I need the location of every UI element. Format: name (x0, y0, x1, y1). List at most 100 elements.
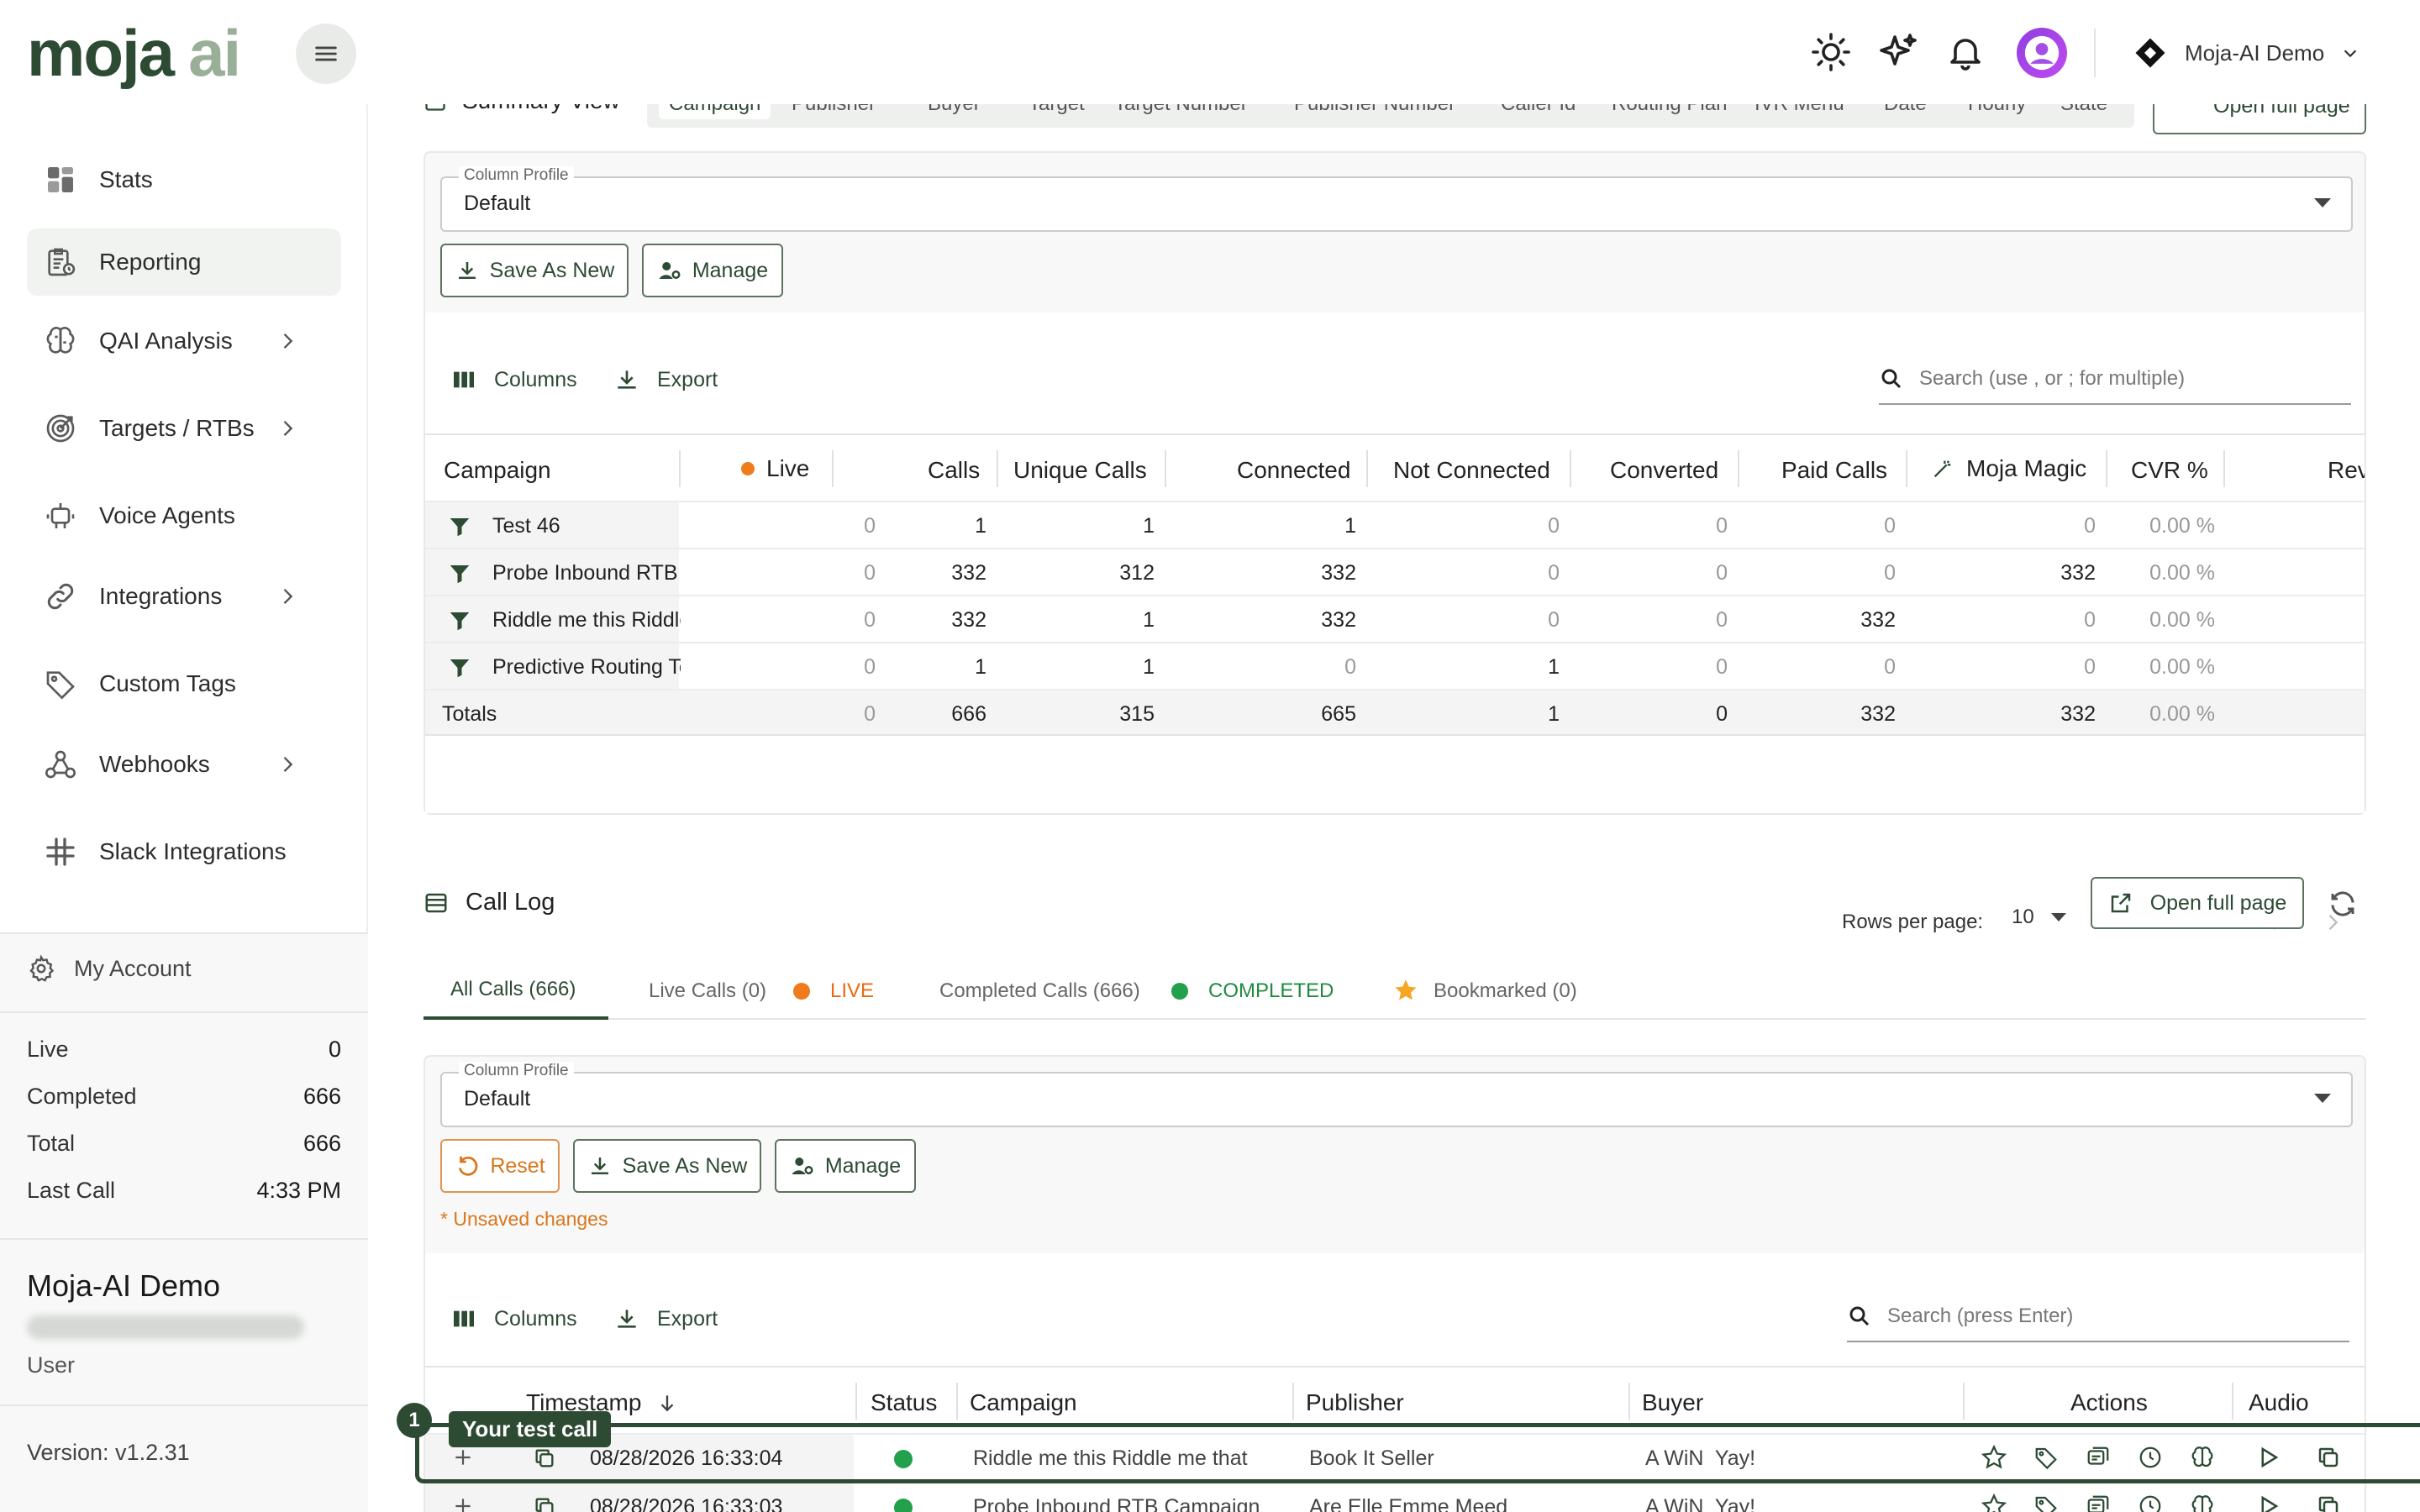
header-connected[interactable]: Connected (1237, 457, 1350, 484)
header-revenue[interactable]: Rev (2328, 457, 2365, 484)
call-log-manage-button[interactable]: Manage (775, 1139, 916, 1193)
caret-down-icon (2314, 198, 2331, 207)
header-publisher[interactable]: Publisher (1306, 1389, 1404, 1416)
cell-not-connected: 1 (1548, 655, 1560, 679)
header-moja-magic[interactable]: Moja Magic (1931, 455, 2086, 482)
sidebar-item-custom-tags[interactable]: Custom Tags (27, 650, 341, 717)
table-row[interactable]: Riddle me this Riddle me that 0 332 1 33… (425, 595, 2365, 642)
cell-cvr: 0.00 % (2149, 608, 2215, 632)
org-diamond-icon (2133, 35, 2168, 71)
filter-icon[interactable] (447, 608, 472, 633)
refresh-icon[interactable] (2328, 889, 2358, 919)
cell-campaign: Probe Inbound RTB Campaign (973, 1495, 1260, 1512)
play-icon[interactable] (2255, 1494, 2281, 1512)
header-status[interactable]: Status (871, 1389, 937, 1416)
header-audio[interactable]: Audio (2249, 1389, 2309, 1416)
chevron-right-icon (276, 753, 299, 776)
menu-button[interactable] (296, 24, 356, 84)
cell-calls: 332 (951, 608, 986, 632)
cell-calls: 1 (975, 514, 986, 538)
link-icon (44, 580, 77, 613)
header-campaign[interactable]: Campaign (444, 457, 551, 484)
header-campaign[interactable]: Campaign (970, 1389, 1077, 1416)
summary-manage-button[interactable]: Manage (642, 244, 783, 297)
summary-save-as-new-button[interactable]: Save As New (440, 244, 629, 297)
filter-icon[interactable] (447, 655, 472, 680)
sidebar-item-integrations[interactable]: Integrations (27, 563, 341, 630)
column-separator (1366, 450, 1368, 487)
columns-icon (450, 1305, 477, 1332)
filter-icon[interactable] (447, 514, 472, 539)
sidebar-item-stats[interactable]: Stats (27, 146, 341, 213)
summary-column-profile-select[interactable]: Column Profile Default (440, 166, 2353, 232)
header-paid-calls[interactable]: Paid Calls (1781, 457, 1887, 484)
org-switcher[interactable]: Moja-AI Demo (2133, 34, 2360, 72)
expand-icon[interactable] (452, 1495, 474, 1512)
sidebar-item-voice-agents[interactable]: Voice Agents (27, 482, 341, 549)
sidebar-item-targets-rtbs[interactable]: Targets / RTBs (27, 395, 341, 462)
reset-button[interactable]: Reset (440, 1139, 560, 1193)
caret-down-icon (2050, 913, 2066, 921)
cell-calls: 1 (975, 655, 986, 679)
org-title: Moja-AI Demo (27, 1268, 221, 1303)
star-outline-icon[interactable] (1981, 1494, 2007, 1512)
call-log-open-full-page-button[interactable]: Open full page (2091, 877, 2304, 929)
header-not-connected[interactable]: Not Connected (1393, 457, 1550, 484)
bell-icon[interactable] (1945, 32, 1986, 72)
cell-live: 0 (864, 514, 876, 538)
copy-icon[interactable] (533, 1495, 556, 1512)
call-log-column-profile-select[interactable]: Column Profile Default (440, 1062, 2353, 1127)
table-row[interactable]: Test 46 0 1 1 1 0 0 0 0 0.00 % (425, 501, 2365, 548)
header-unique-calls[interactable]: Unique Calls (1013, 457, 1147, 484)
column-separator (1738, 450, 1739, 487)
cell-campaign: Riddle me this Riddle me that (492, 608, 681, 632)
arrow-down-icon (656, 1392, 678, 1414)
table-row[interactable]: Probe Inbound RTB Campaign 0 332 312 332… (425, 548, 2365, 595)
header-cvr[interactable]: CVR % (2131, 457, 2208, 484)
avatar[interactable] (2017, 28, 2067, 78)
header-actions[interactable]: Actions (2070, 1389, 2148, 1416)
tab-all-calls[interactable]: All Calls (666) (424, 966, 608, 1020)
column-separator (832, 450, 834, 487)
table-row[interactable]: Predictive Routing Test 0 1 1 0 1 0 0 0 … (425, 642, 2365, 689)
cell-live: 0 (864, 561, 876, 585)
call-log-export-button[interactable]: Export (613, 1305, 718, 1332)
cell-cvr: 0.00 % (2149, 655, 2215, 679)
sidebar-item-reporting[interactable]: Reporting (27, 228, 341, 296)
summary-export-button[interactable]: Export (613, 366, 718, 393)
header-buyer[interactable]: Buyer (1642, 1389, 1703, 1416)
sidebar-item-label: Voice Agents (99, 502, 235, 528)
table-row[interactable]: 08/28/2026 16:33:03 Probe Inbound RTB Ca… (425, 1482, 2365, 1512)
call-log-save-as-new-button[interactable]: Save As New (573, 1139, 761, 1193)
brain-icon[interactable] (2190, 1494, 2215, 1512)
sidebar-item-slack-integrations[interactable]: Slack Integrations (27, 818, 341, 885)
sidebar-item-qai-analysis[interactable]: QAI Analysis (27, 307, 341, 375)
header-converted[interactable]: Converted (1610, 457, 1718, 484)
cell-publisher: Are Elle Emme Meed (1309, 1495, 1508, 1512)
transcript-icon[interactable] (2086, 1494, 2111, 1512)
summary-table: Columns Export Search (use , or ; for mu… (425, 312, 2365, 933)
summary-search-input[interactable]: Search (use , or ; for multiple) (1879, 354, 2351, 405)
sparkles-icon[interactable] (1878, 32, 1918, 72)
rows-per-page-select[interactable]: 10 (2012, 906, 2066, 929)
logo[interactable]: moja ai (27, 15, 241, 91)
copy-icon[interactable] (2316, 1494, 2341, 1512)
cell-cvr: 0.00 % (2149, 514, 2215, 538)
header-live[interactable]: Live (741, 455, 809, 482)
tab-bookmarked[interactable]: Bookmarked (0) (1434, 979, 1577, 1003)
call-log-columns-button[interactable]: Columns (450, 1305, 577, 1332)
history-icon[interactable] (2138, 1494, 2163, 1512)
tab-completed-calls[interactable]: Completed Calls (666) (939, 979, 1140, 1003)
call-log-search-input[interactable]: Search (press Enter) (1847, 1292, 2349, 1342)
sidebar-item-label: Reporting (99, 249, 202, 275)
filter-icon[interactable] (447, 561, 472, 586)
header-calls[interactable]: Calls (928, 457, 980, 484)
summary-columns-button[interactable]: Columns (450, 366, 577, 393)
tab-live-calls[interactable]: Live Calls (0) (649, 979, 766, 1003)
sun-icon[interactable] (1811, 32, 1851, 72)
tag-icon[interactable] (2033, 1494, 2059, 1512)
sidebar-item-webhooks[interactable]: Webhooks (27, 731, 341, 798)
blurred-email (27, 1315, 304, 1339)
caret-down-icon (2314, 1094, 2331, 1103)
my-account-link[interactable]: My Account (27, 954, 192, 983)
